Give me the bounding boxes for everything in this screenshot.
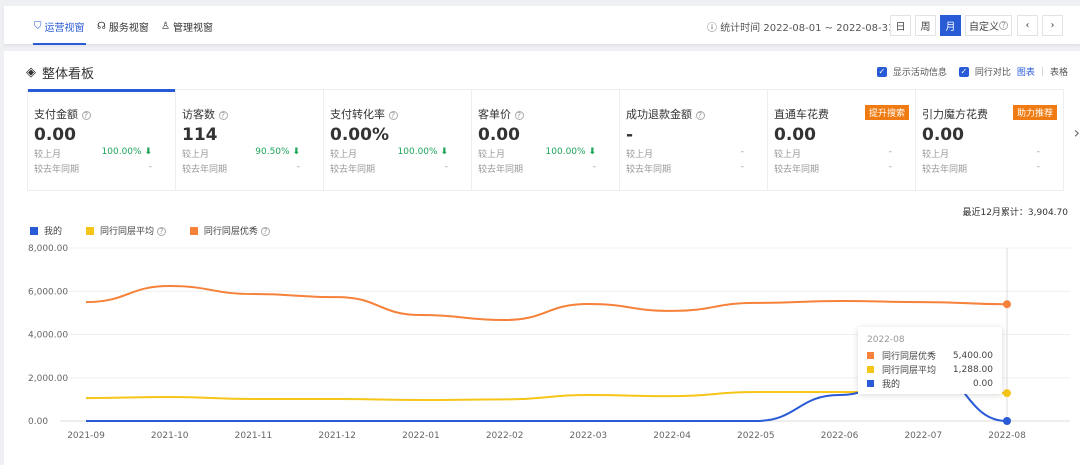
tooltip-row: 我的 0.00 bbox=[867, 377, 993, 390]
y-tick-label: 4,000.00 bbox=[28, 331, 68, 341]
x-tick-label: 2022-08 bbox=[988, 431, 1026, 441]
data-point bbox=[1003, 389, 1011, 398]
y-tick-label: 8,000.00 bbox=[28, 244, 68, 254]
tooltip-row: 同行同层平均 1,288.00 bbox=[867, 363, 993, 376]
x-tick-label: 2021-09 bbox=[67, 431, 105, 441]
data-point bbox=[1003, 417, 1011, 425]
x-tick-label: 2022-04 bbox=[653, 431, 691, 441]
x-tick-label: 2021-12 bbox=[318, 431, 356, 441]
data-point bbox=[1003, 300, 1011, 309]
x-tick-label: 2022-06 bbox=[821, 431, 859, 441]
x-tick-label: 2022-05 bbox=[737, 431, 775, 441]
y-tick-label: 6,000.00 bbox=[28, 287, 68, 297]
x-tick-label: 2021-11 bbox=[235, 431, 273, 441]
x-tick-label: 2021-10 bbox=[151, 431, 189, 441]
y-tick-label: 2,000.00 bbox=[28, 374, 68, 384]
x-tick-label: 2022-02 bbox=[486, 431, 524, 441]
x-tick-label: 2022-07 bbox=[904, 431, 942, 441]
y-tick-label: 0.00 bbox=[28, 417, 48, 427]
x-tick-label: 2022-03 bbox=[570, 431, 608, 441]
trend-chart: 0.00 2,000.00 4,000.00 6,000.00 8,000.00 2021… bbox=[28, 244, 1070, 441]
tooltip-row: 同行同层优秀 5,400.00 bbox=[867, 349, 993, 362]
chart-tooltip: 2022-08 同行同层优秀 5,400.00 同行同层平均 1,288.00 我的 0.… bbox=[858, 327, 1002, 394]
x-tick-label: 2022-01 bbox=[402, 431, 440, 441]
